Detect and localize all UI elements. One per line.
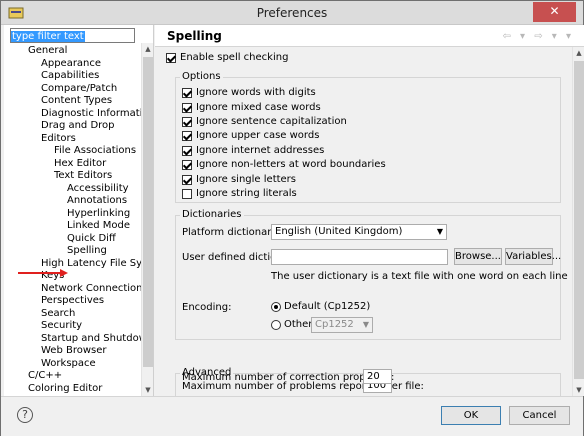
tree-item-quick-diff[interactable]: Quick Diff	[67, 233, 116, 245]
tree-item-text-editors[interactable]: Text Editors	[54, 170, 112, 182]
tree-item-search[interactable]: Search	[41, 308, 75, 320]
filter-text: type filter text	[11, 31, 85, 42]
platform-dictionary-select[interactable]: English (United Kingdom) ▼	[271, 224, 447, 240]
page-scrollbar-thumb[interactable]	[574, 61, 584, 379]
encoding-label: Encoding:	[182, 302, 232, 313]
ignore-internet-addresses-checkbox[interactable]	[182, 146, 192, 156]
cancel-button[interactable]: Cancel	[509, 406, 570, 425]
annotation-arrow-icon	[18, 269, 68, 277]
tree-item-editors[interactable]: Editors	[41, 133, 76, 145]
scroll-down-icon[interactable]: ▼	[142, 384, 154, 396]
ignore-sentence-capitalization-label: Ignore sentence capitalization	[196, 116, 347, 127]
tree-item-compare-patch[interactable]: Compare/Patch	[41, 83, 117, 95]
tree-item-startup-and-shutdown[interactable]: Startup and Shutdown	[41, 333, 142, 345]
tree-item-web-browser[interactable]: Web Browser	[41, 345, 107, 357]
ignore-digits-label: Ignore words with digits	[196, 87, 316, 98]
tree-item-general[interactable]: General	[28, 45, 67, 57]
filter-input[interactable]: type filter text	[10, 28, 135, 43]
history-nav-icon[interactable]: ⇦ ▾ ⇨ ▾ ▾	[502, 31, 574, 42]
chevron-down-icon: ▼	[436, 227, 443, 236]
encoding-other-select[interactable]: Cp1252 ▼	[311, 317, 373, 333]
page-scrollbar[interactable]: ▲ ▼	[572, 47, 584, 396]
options-group-title: Options	[180, 71, 223, 83]
tree-item-file-associations[interactable]: File Associations	[54, 145, 136, 157]
encoding-other-radio[interactable]	[271, 320, 281, 330]
enable-spell-checking-label: Enable spell checking	[180, 52, 289, 63]
tree-item-spelling[interactable]: Spelling	[67, 245, 107, 257]
ignore-string-literals-checkbox[interactable]	[182, 189, 192, 199]
variables-button[interactable]: Variables...	[505, 248, 561, 265]
ignore-string-literals-label: Ignore string literals	[196, 188, 297, 199]
ignore-single-letters-checkbox[interactable]	[182, 175, 192, 185]
tree-item-accessibility[interactable]: Accessibility	[67, 183, 129, 195]
tree-item-content-types[interactable]: Content Types	[41, 95, 112, 107]
tree-item-c-cpp[interactable]: C/C++	[28, 370, 62, 382]
tree-item-diagnostic-information[interactable]: Diagnostic Information	[41, 108, 142, 120]
enable-spell-checking-checkbox[interactable]	[166, 53, 176, 63]
tree-item-annotations[interactable]: Annotations	[67, 195, 127, 207]
tree-item-drag-and-drop[interactable]: Drag and Drop	[41, 120, 115, 132]
ignore-mixed-case-checkbox[interactable]	[182, 103, 192, 113]
ignore-upper-case-label: Ignore upper case words	[196, 130, 320, 141]
tree-item-linked-mode[interactable]: Linked Mode	[67, 220, 130, 232]
platform-dictionary-label: Platform dictionary:	[182, 227, 280, 238]
help-icon[interactable]: ?	[17, 407, 33, 423]
ignore-single-letters-label: Ignore single letters	[196, 174, 297, 185]
dialog-button-bar: ? OK Cancel	[1, 396, 583, 436]
window-title: Preferences	[256, 6, 328, 20]
scroll-down-icon[interactable]: ▼	[573, 384, 584, 396]
chevron-down-icon: ▼	[362, 320, 369, 329]
preference-tree-pane: type filter text General Appearance Capa…	[4, 25, 154, 396]
tree-item-appearance[interactable]: Appearance	[41, 58, 101, 70]
max-proposals-input[interactable]: 20	[363, 369, 392, 384]
title-bar[interactable]: Preferences ✕	[1, 1, 583, 25]
tree-scrollbar[interactable]: ▲ ▼	[141, 43, 153, 396]
spelling-settings: Enable spell checking Options Ignore wor…	[155, 47, 572, 396]
tree-item-perspectives[interactable]: Perspectives	[41, 295, 104, 307]
encoding-default-label: Default (Cp1252)	[284, 301, 371, 312]
user-dictionary-hint: The user dictionary is a text file with …	[271, 271, 568, 282]
encoding-other-value: Cp1252	[315, 319, 354, 330]
ok-button[interactable]: OK	[441, 406, 501, 425]
scroll-up-icon[interactable]: ▲	[573, 47, 584, 59]
tree-item-network-connections[interactable]: Network Connections	[41, 283, 142, 295]
tree-item-coloring-editor[interactable]: Coloring Editor	[28, 383, 102, 395]
ignore-non-letters-checkbox[interactable]	[182, 160, 192, 170]
scroll-up-icon[interactable]: ▲	[142, 43, 154, 55]
ignore-sentence-capitalization-checkbox[interactable]	[182, 117, 192, 127]
platform-dictionary-value: English (United Kingdom)	[275, 226, 403, 237]
tree-item-hyperlinking[interactable]: Hyperlinking	[67, 208, 130, 220]
page-title: Spelling	[167, 29, 222, 43]
preferences-window: Preferences ✕ type filter text General A…	[0, 0, 584, 436]
ignore-digits-checkbox[interactable]	[182, 88, 192, 98]
user-dictionary-input[interactable]	[271, 249, 448, 265]
encoding-default-radio[interactable]	[271, 302, 281, 312]
browse-button[interactable]: Browse...	[454, 248, 502, 265]
tree-item-workspace[interactable]: Workspace	[41, 358, 96, 370]
close-button[interactable]: ✕	[533, 2, 576, 22]
ignore-non-letters-label: Ignore non-letters at word boundaries	[196, 159, 386, 170]
preference-page: Spelling ⇦ ▾ ⇨ ▾ ▾ Enable spell checking…	[155, 25, 584, 396]
preference-tree: General Appearance Capabilities Compare/…	[4, 43, 142, 396]
ignore-mixed-case-label: Ignore mixed case words	[196, 102, 321, 113]
ignore-internet-addresses-label: Ignore internet addresses	[196, 145, 325, 156]
ignore-upper-case-checkbox[interactable]	[182, 131, 192, 141]
tree-item-hex-editor[interactable]: Hex Editor	[54, 158, 106, 170]
tree-scrollbar-thumb[interactable]	[143, 57, 153, 367]
tree-item-security[interactable]: Security	[41, 320, 82, 332]
dictionaries-group-title: Dictionaries	[180, 209, 244, 221]
tree-item-capabilities[interactable]: Capabilities	[41, 70, 99, 82]
